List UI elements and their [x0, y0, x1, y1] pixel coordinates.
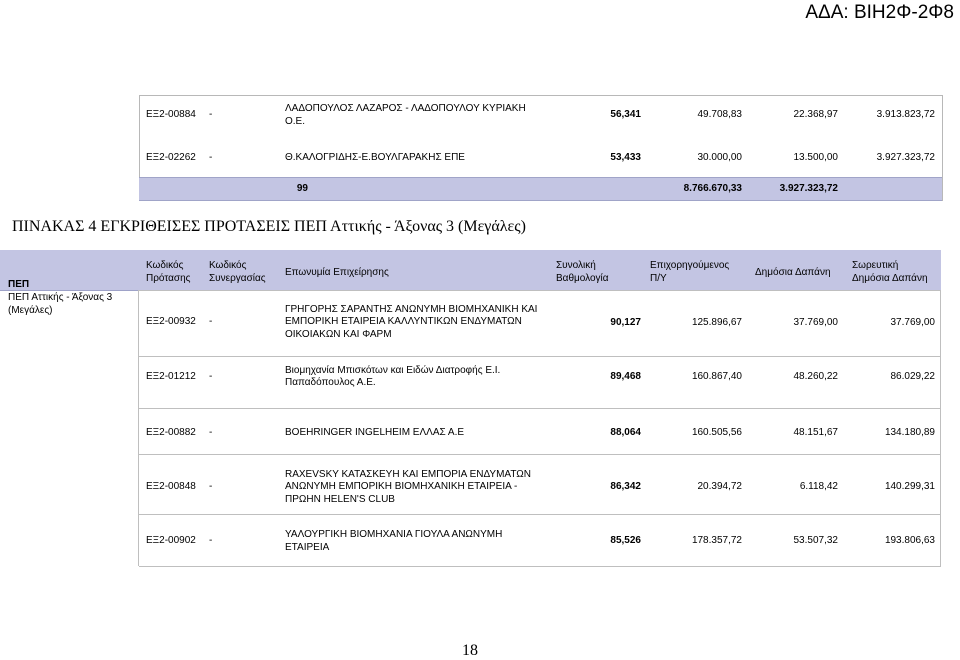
- row-budget: 160.867,40: [691, 371, 742, 382]
- row-partner: -: [209, 371, 213, 382]
- row-name-line: ΕΜΠΟΡΙΚΗ ΕΤΑΙΡΕΙΑ ΚΑΛΛΥΝΤΙΚΩΝ ΕΝΔΥΜΑΤΩΝ: [285, 316, 522, 327]
- header-code: Κωδικός Πρότασης: [146, 259, 190, 285]
- prev-row-cumulative: 3.927.323,72: [876, 152, 935, 163]
- pep-column: [0, 290, 139, 566]
- row-public: 53.507,32: [793, 535, 839, 546]
- row-divider: [139, 290, 941, 291]
- row-score: 85,526: [610, 535, 641, 546]
- header-cumulative-line: Σωρευτική: [852, 260, 899, 271]
- row-cumulative: 37.769,00: [890, 317, 936, 328]
- row-divider: [139, 356, 941, 357]
- prev-row-public: 22.368,97: [793, 109, 839, 120]
- row-public: 48.260,22: [793, 371, 839, 382]
- row-public: 6.118,42: [799, 481, 838, 492]
- table-right-border: [940, 290, 941, 567]
- totals-public: 3.927.323,72: [779, 183, 838, 194]
- header-name: Επωνυμία Επιχείρησης: [285, 267, 389, 278]
- row-name-line: ΠΡΩΗΝ HELEN'S CLUB: [285, 494, 395, 505]
- row-cumulative: 86.029,22: [890, 371, 936, 382]
- row-divider: [139, 454, 941, 455]
- totals-budget: 8.766.670,33: [683, 183, 742, 194]
- section-title: ΠΙΝΑΚΑΣ 4 ΕΓΚΡΙΘΕΙΣΕΣ ΠΡΟΤΑΣΕΙΣ ΠΕΠ Αττι…: [12, 218, 526, 235]
- prev-row-public: 13.500,00: [793, 152, 839, 163]
- row-code: ΕΞ2-00882: [146, 427, 196, 438]
- row-score: 89,468: [610, 371, 641, 382]
- prev-row-budget: 30.000,00: [697, 152, 743, 163]
- header-budget-line: Επιχορηγούμενος: [650, 260, 730, 271]
- header-score-line: Βαθμολογία: [556, 273, 609, 284]
- row-public: 48.151,67: [793, 427, 839, 438]
- pep-value: ΠΕΠ Αττικής - Άξονας 3 (Μεγάλες): [8, 291, 112, 317]
- row-name-line: ΑΝΩΝΥΜΗ ΕΜΠΟΡΙΚΗ ΒΙΟΜΗΧΑΝΙΚΗ ΕΤΑΙΡΕΙΑ -: [285, 481, 518, 492]
- row-cumulative: 193.806,63: [884, 535, 935, 546]
- header-partner: Κωδικός Συνεργασίας: [209, 259, 266, 285]
- prev-row-partner: -: [209, 109, 213, 120]
- row-code: ΕΞ2-00902: [146, 535, 196, 546]
- row-cumulative: 140.299,31: [884, 481, 935, 492]
- row-cumulative: 134.180,89: [884, 427, 935, 438]
- header-partner-line: Κωδικός: [209, 260, 247, 271]
- row-score: 86,342: [610, 481, 641, 492]
- row-name-line: ΕΤΑΙΡΕΙΑ: [285, 542, 330, 553]
- header-cumulative: Σωρευτική Δημόσια Δαπάνη: [852, 259, 928, 285]
- header-budget: Επιχορηγούμενος Π/Υ: [650, 259, 729, 285]
- header-score-line: Συνολική: [556, 260, 596, 271]
- pep-value-line: ΠΕΠ Αττικής - Άξονας 3: [8, 292, 113, 303]
- row-divider: [139, 566, 941, 567]
- header-public: Δημόσια Δαπάνη: [755, 267, 831, 278]
- totals-count: 99: [296, 183, 308, 194]
- row-budget: 125.896,67: [691, 317, 742, 328]
- row-budget: 178.357,72: [691, 535, 742, 546]
- row-code: ΕΞ2-01212: [146, 371, 196, 382]
- header-budget-line: Π/Υ: [650, 273, 667, 284]
- row-partner: -: [209, 535, 213, 546]
- row-divider: [139, 514, 941, 515]
- row-budget: 160.505,56: [691, 427, 742, 438]
- prev-row-score: 56,341: [610, 109, 641, 120]
- prev-row-partner: -: [209, 152, 213, 163]
- ada-stamp: ΑΔΑ: ΒΙΗ2Φ-2Φ8: [805, 2, 954, 23]
- prev-row-cumulative: 3.913.823,72: [876, 109, 935, 120]
- prev-row-code: ΕΞ2-00884: [146, 109, 196, 120]
- row-name-line: ΥΑΛΟΥΡΓΙΚΗ ΒΙΟΜΗΧΑΝΙΑ ΓΙΟΥΛΑ ΑΝΩΝΥΜΗ: [285, 529, 503, 540]
- prev-row-score: 53,433: [610, 152, 641, 163]
- row-score: 90,127: [610, 317, 641, 328]
- prev-row-name-line: Θ.ΚΑΛΟΓΡΙΔΗΣ-Ε.ΒΟΥΛΓΑΡΑΚΗΣ ΕΠΕ: [285, 152, 465, 163]
- row-name-line: BOEHRINGER INGELHEIM ΕΛΛΑΣ Α.Ε: [285, 427, 465, 438]
- row-score: 88,064: [610, 427, 641, 438]
- row-name-line: Παπαδόπουλος Α.Ε.: [285, 377, 376, 388]
- header-code-line: Κωδικός: [146, 260, 184, 271]
- row-code: ΕΞ2-00932: [146, 316, 196, 327]
- prev-row-name-line: ΛΑΔΟΠΟΥΛΟΣ ΛΑΖΑΡΟΣ - ΛΑΔΟΠΟΥΛΟΥ ΚΥΡΙΑΚΗ: [285, 103, 526, 114]
- row-public: 37.769,00: [793, 317, 839, 328]
- prev-row-name-line: Ο.Ε.: [285, 116, 306, 127]
- row-name-line: ΟΙΚΟΙΑΚΩΝ ΚΑΙ ΦΑΡΜ: [285, 329, 392, 340]
- prev-row-budget: 49.708,83: [697, 109, 743, 120]
- header-partner-line: Συνεργασίας: [209, 273, 266, 284]
- row-partner: -: [209, 316, 213, 327]
- row-partner: -: [209, 481, 213, 492]
- header-code-line: Πρότασης: [146, 273, 191, 284]
- pep-value-line: (Μεγάλες): [8, 305, 53, 316]
- row-budget: 20.394,72: [697, 481, 743, 492]
- row-divider: [139, 408, 941, 409]
- prev-row-code: ΕΞ2-02262: [146, 152, 196, 163]
- header-cumulative-line: Δημόσια Δαπάνη: [852, 273, 928, 284]
- row-code: ΕΞ2-00848: [146, 481, 196, 492]
- row-partner: -: [209, 427, 213, 438]
- header-score: Συνολική Βαθμολογία: [556, 259, 609, 285]
- page-number: 18: [462, 642, 478, 659]
